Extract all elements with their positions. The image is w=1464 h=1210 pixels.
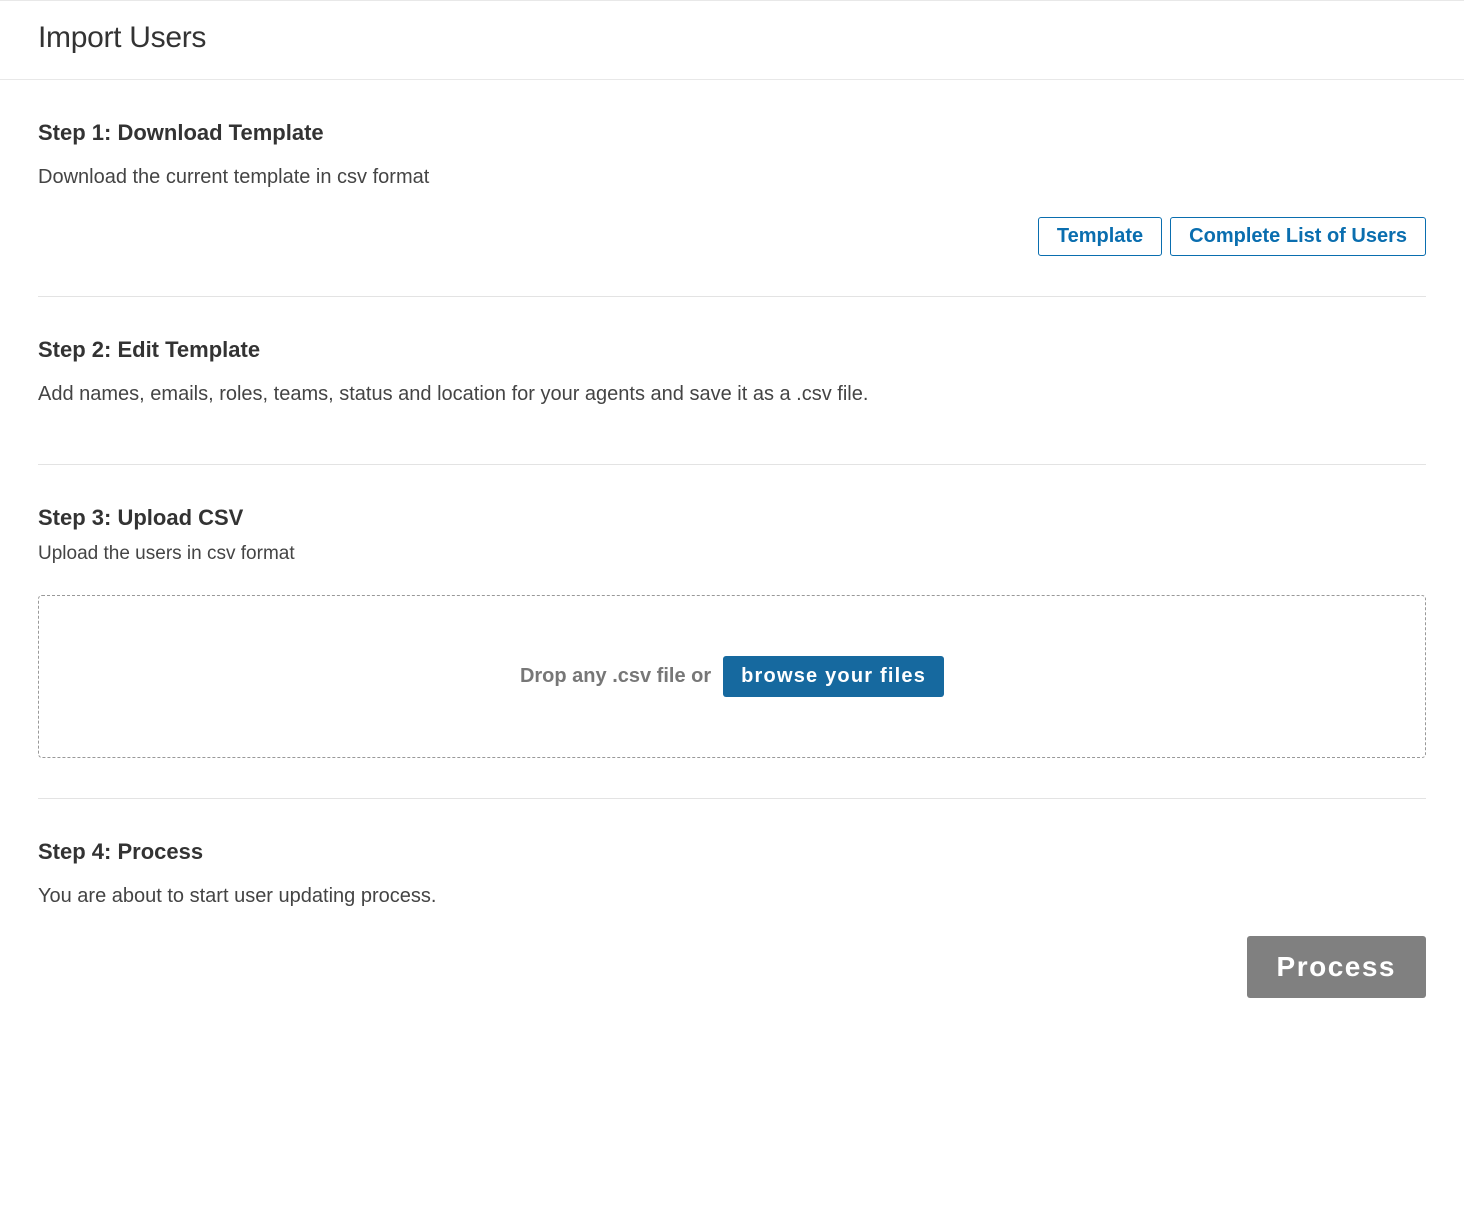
csv-dropzone[interactable]: Drop any .csv file or browse your files <box>38 595 1426 758</box>
process-button[interactable]: Process <box>1247 936 1426 998</box>
dropzone-text: Drop any .csv file or <box>520 665 711 688</box>
main-content: Step 1: Download Template Download the c… <box>0 80 1464 1058</box>
step-4-title: Step 4: Process <box>38 839 1426 865</box>
step-3-description: Upload the users in csv format <box>38 543 1426 565</box>
step-2-section: Step 2: Edit Template Add names, emails,… <box>38 297 1426 408</box>
step-4-section: Step 4: Process You are about to start u… <box>38 799 1426 998</box>
step-4-description: You are about to start user updating pro… <box>38 883 1426 910</box>
browse-files-button[interactable]: browse your files <box>723 656 944 697</box>
complete-list-of-users-button[interactable]: Complete List of Users <box>1170 217 1426 256</box>
step-4-button-row: Process <box>38 936 1426 998</box>
step-2-title: Step 2: Edit Template <box>38 337 1426 363</box>
step-2-description: Add names, emails, roles, teams, status … <box>38 381 1426 408</box>
page-title: Import Users <box>38 21 1464 55</box>
step-3-section: Step 3: Upload CSV Upload the users in c… <box>38 465 1426 758</box>
step-1-title: Step 1: Download Template <box>38 120 1426 146</box>
step-1-section: Step 1: Download Template Download the c… <box>38 80 1426 296</box>
step-1-description: Download the current template in csv for… <box>38 164 1426 191</box>
step-1-button-row: Template Complete List of Users <box>38 217 1426 296</box>
template-button[interactable]: Template <box>1038 217 1162 256</box>
page-header: Import Users <box>0 0 1464 80</box>
step-3-title: Step 3: Upload CSV <box>38 505 1426 531</box>
